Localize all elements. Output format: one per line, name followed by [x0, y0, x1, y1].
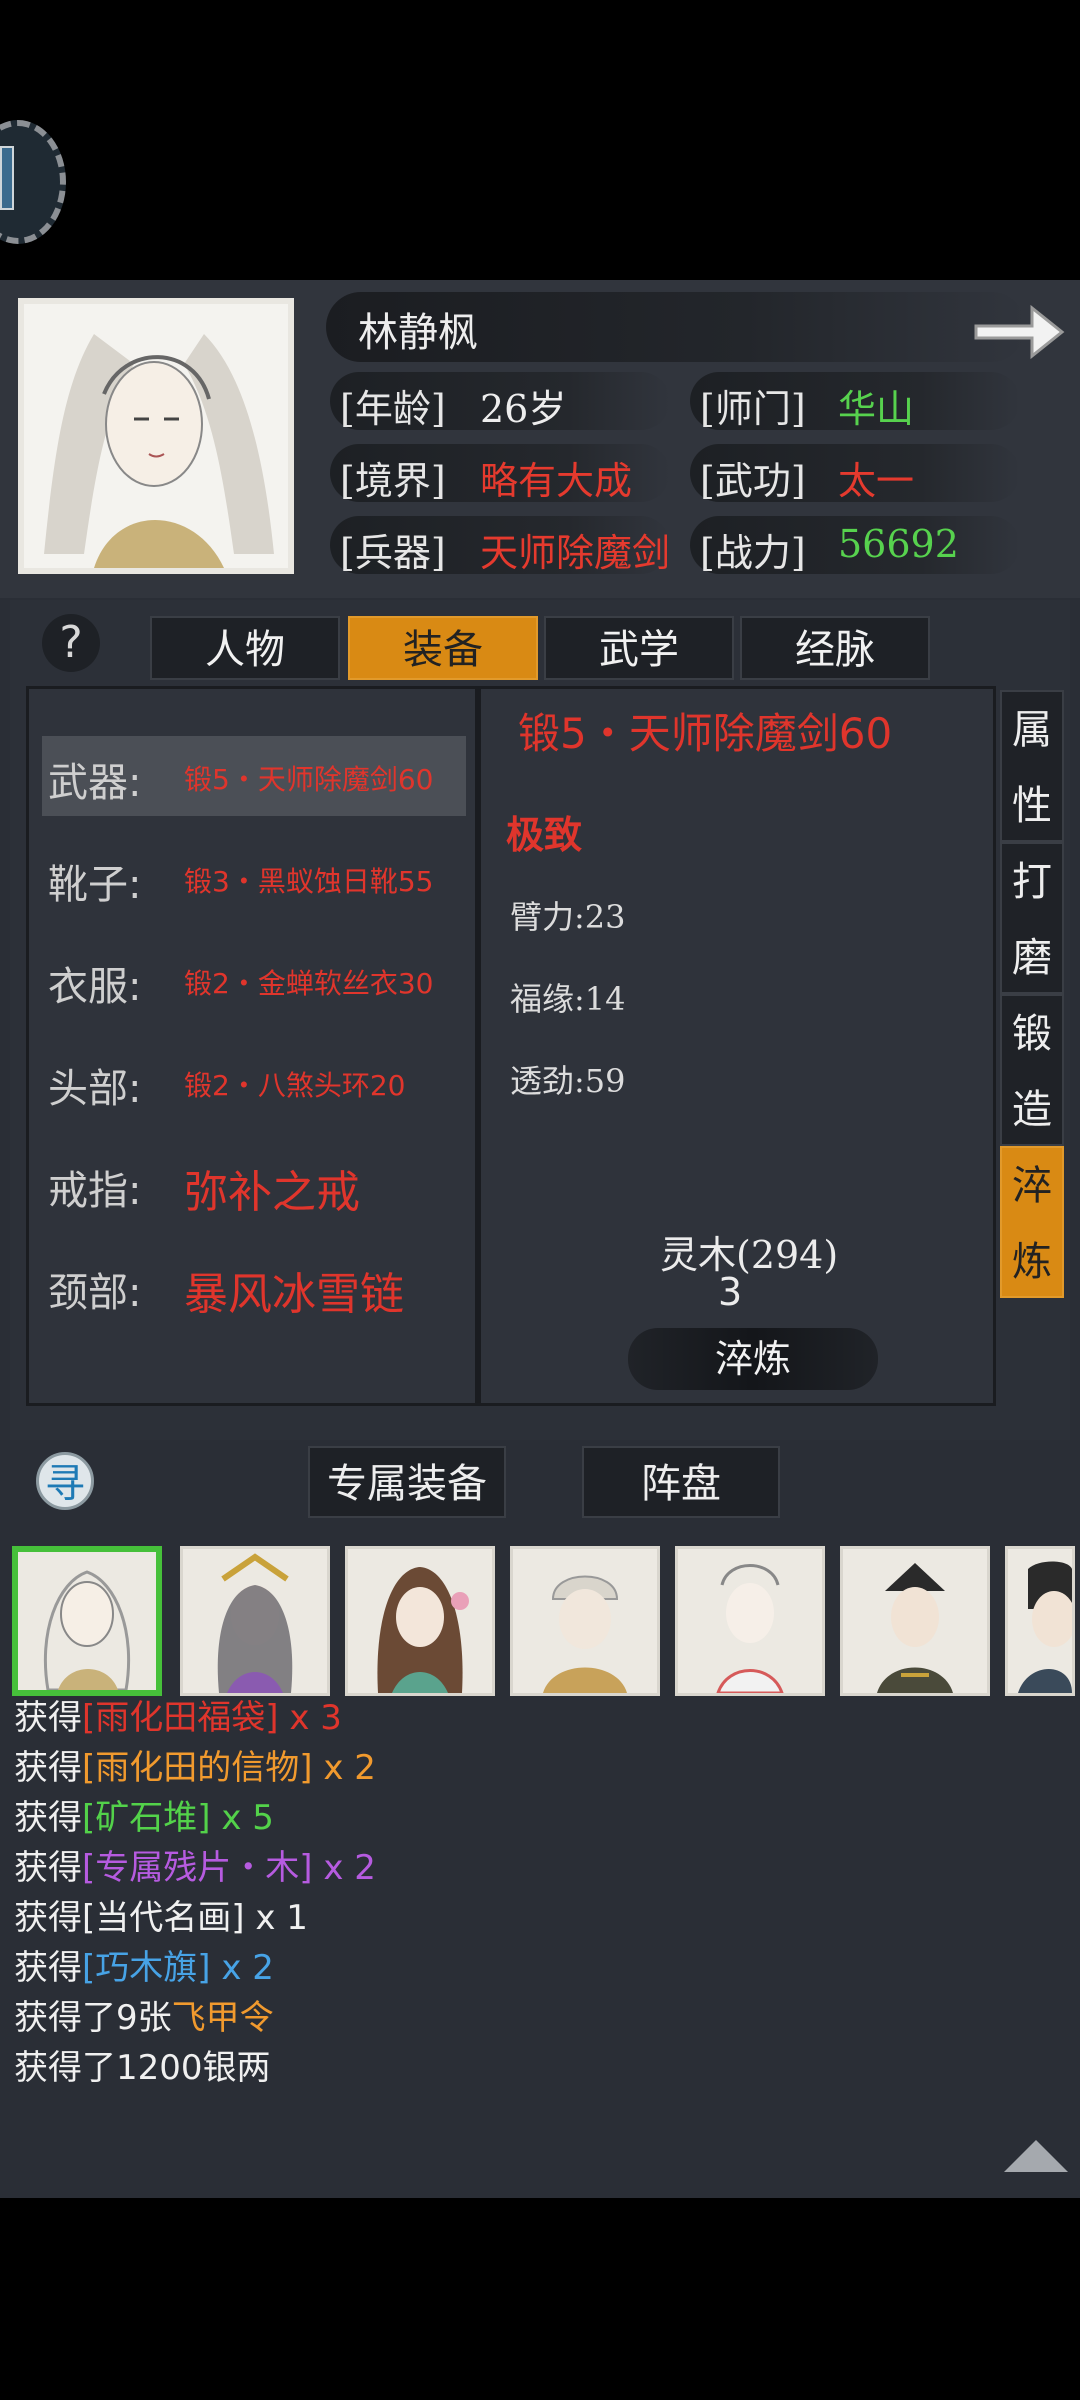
weapon-value: 天师除魔剑 — [480, 531, 671, 575]
scroll-up-icon[interactable] — [1004, 2140, 1068, 2172]
character-portrait[interactable] — [1005, 1546, 1076, 1696]
log-entry: 获得[专属残片・木] x 2 — [14, 1840, 376, 1889]
log-count: x 1 — [244, 1898, 308, 1938]
log-item: [当代名画] — [82, 1898, 245, 1938]
slot-clothes-label: 衣服: — [48, 964, 142, 1010]
log-prefix: 获得 — [14, 1748, 82, 1788]
side-tab-char: 锻 — [1012, 1011, 1052, 1057]
slot-ring-label: 戒指: — [48, 1168, 142, 1214]
log-item: [专属残片・木] — [82, 1848, 313, 1888]
log-entry: 获得了1200银两 — [14, 2040, 271, 2089]
log-item: [雨化田福袋] — [82, 1698, 279, 1738]
log-prefix: 获得 — [14, 1848, 82, 1888]
side-tab-attributes[interactable]: 属 性 — [1000, 690, 1064, 842]
log-count: x 2 — [312, 1848, 376, 1888]
side-tab-char: 打 — [1012, 859, 1052, 905]
slot-ring-item[interactable]: 弥补之戒 — [184, 1156, 360, 1220]
log-prefix: 获得 — [14, 1798, 82, 1838]
log-count: x 2 — [312, 1748, 376, 1788]
search-icon[interactable]: 寻 — [36, 1452, 94, 1510]
martial-label: [武功] — [700, 459, 806, 503]
slot-neck-label: 颈部: — [48, 1270, 142, 1316]
log-prefix: 获得 — [14, 1698, 82, 1738]
character-portrait[interactable] — [675, 1546, 825, 1696]
log-entry: 获得[雨化田福袋] x 3 — [14, 1690, 342, 1739]
character-portrait[interactable] — [345, 1546, 495, 1696]
next-arrow-icon[interactable] — [970, 298, 1066, 366]
slot-clothes-item[interactable]: 锻2・金蝉软丝衣30 — [184, 962, 433, 1002]
hero-portrait — [18, 298, 294, 574]
tab-equipment[interactable]: 装备 — [348, 616, 538, 680]
sect-label: [师门] — [700, 387, 806, 431]
log-entry: 获得[巧木旗] x 2 — [14, 1940, 274, 1989]
log-prefix: 获得了9张 — [14, 1998, 172, 2038]
age-value: 26岁 — [480, 387, 567, 431]
side-tab-polish[interactable]: 打 磨 — [1000, 842, 1064, 994]
material-label: 灵木(294) — [660, 1233, 839, 1277]
side-tab-char: 性 — [1012, 783, 1052, 829]
detail-stat: 福缘:14 — [510, 980, 626, 1018]
refine-button[interactable]: 淬炼 — [628, 1328, 878, 1390]
martial-value: 太一 — [838, 459, 915, 503]
log-prefix: 获得了1200银两 — [14, 2048, 271, 2088]
hero-name: 林静枫 — [358, 310, 478, 356]
log-item: [雨化田的信物] — [82, 1748, 313, 1788]
material-cost: 3 — [718, 1270, 743, 1314]
side-tab-char: 磨 — [1012, 935, 1052, 981]
character-portrait[interactable] — [510, 1546, 660, 1696]
log-prefix: 获得 — [14, 1948, 82, 1988]
power-label: [战力] — [700, 531, 806, 575]
side-tab-temper[interactable]: 淬 炼 — [1000, 1146, 1064, 1298]
side-tab-forge[interactable]: 锻 造 — [1000, 994, 1064, 1146]
detail-item-title: 锻5・天师除魔剑60 — [518, 709, 893, 758]
slot-weapon-item[interactable]: 锻5・天师除魔剑60 — [184, 758, 433, 798]
tab-martial-arts[interactable]: 武学 — [544, 616, 734, 680]
help-icon[interactable]: ? — [42, 614, 100, 672]
log-entry: 获得了9张飞甲令 — [14, 1990, 274, 2039]
log-entry: 获得[矿石堆] x 5 — [14, 1790, 274, 1839]
log-item: [矿石堆] — [82, 1798, 211, 1838]
log-item: [巧木旗] — [82, 1948, 211, 1988]
side-tab-char: 炼 — [1012, 1239, 1052, 1285]
slot-weapon-label: 武器: — [48, 760, 142, 806]
side-tab-char: 造 — [1012, 1087, 1052, 1133]
power-value: 56692 — [838, 522, 959, 566]
log-entry: 获得[雨化田的信物] x 2 — [14, 1740, 376, 1789]
realm-label: [境界] — [340, 459, 446, 503]
detail-stat: 透劲:59 — [510, 1062, 626, 1100]
character-portrait[interactable] — [12, 1546, 162, 1696]
side-tab-char: 属 — [1012, 707, 1052, 753]
detail-quality: 极致 — [506, 812, 583, 857]
slot-neck-item[interactable]: 暴风冰雪链 — [184, 1258, 404, 1322]
sect-value: 华山 — [838, 387, 915, 431]
log-count: x 2 — [210, 1948, 274, 1988]
bottom-bar — [0, 1440, 1080, 1520]
age-label: [年龄] — [340, 387, 446, 431]
slot-head-item[interactable]: 锻2・八煞头环20 — [184, 1064, 405, 1104]
log-count: x 5 — [210, 1798, 274, 1838]
slot-head-label: 头部: — [48, 1066, 142, 1112]
detail-stat: 臂力:23 — [510, 898, 626, 936]
log-count: x 3 — [278, 1698, 342, 1738]
avatar-frame-accent — [0, 146, 14, 210]
slot-boots-item[interactable]: 锻3・黑蚁蚀日靴55 — [184, 860, 433, 900]
slot-boots-label: 靴子: — [48, 862, 142, 908]
side-tab-char: 淬 — [1012, 1163, 1052, 1209]
formation-button[interactable]: 阵盘 — [582, 1446, 780, 1518]
character-portrait[interactable] — [180, 1546, 330, 1696]
character-portrait[interactable] — [840, 1546, 990, 1696]
weapon-label: [兵器] — [340, 531, 446, 575]
log-item: 飞甲令 — [171, 1998, 274, 2038]
log-prefix: 获得 — [14, 1898, 82, 1938]
tab-meridians[interactable]: 经脉 — [740, 616, 930, 680]
tab-character[interactable]: 人物 — [150, 616, 340, 680]
log-entry: 获得[当代名画] x 1 — [14, 1890, 308, 1939]
realm-value: 略有大成 — [480, 459, 633, 503]
exclusive-equipment-button[interactable]: 专属装备 — [308, 1446, 506, 1518]
